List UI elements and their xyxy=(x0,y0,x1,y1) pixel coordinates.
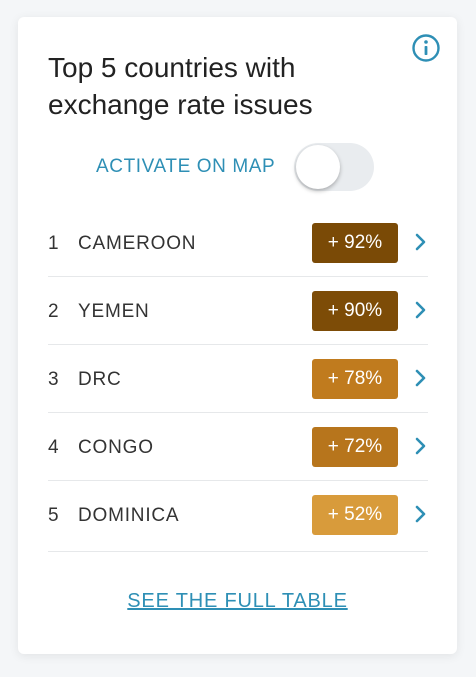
toggle-knob xyxy=(296,145,340,189)
list-item[interactable]: 5 DOMINICA + 52% xyxy=(48,481,428,552)
percentage-badge: + 52% xyxy=(312,495,398,535)
widget-title: Top 5 countries with exchange rate issue… xyxy=(48,52,313,120)
percentage-badge: + 72% xyxy=(312,427,398,467)
info-icon[interactable] xyxy=(411,33,441,63)
country-name: YEMEN xyxy=(78,301,150,322)
country-list: 1 CAMEROON + 92% 2 YEMEN + 90% 3 DRC + 7… xyxy=(48,209,428,552)
rank-number: 5 xyxy=(48,505,59,526)
country-name: CONGO xyxy=(78,437,154,458)
country-name: DOMINICA xyxy=(78,505,180,526)
list-item[interactable]: 2 YEMEN + 90% xyxy=(48,277,428,345)
chevron-right-icon[interactable] xyxy=(414,231,428,253)
percentage-badge: + 78% xyxy=(312,359,398,399)
chevron-right-icon[interactable] xyxy=(414,435,428,457)
list-item[interactable]: 3 DRC + 78% xyxy=(48,345,428,413)
percentage-badge: + 90% xyxy=(312,291,398,331)
list-item[interactable]: 1 CAMEROON + 92% xyxy=(48,209,428,277)
rank-number: 3 xyxy=(48,369,59,390)
ranking-card: Top 5 countries with exchange rate issue… xyxy=(18,17,457,654)
country-name: CAMEROON xyxy=(78,233,197,254)
chevron-right-icon[interactable] xyxy=(414,503,428,525)
country-name: DRC xyxy=(78,369,122,390)
toggle-label: ACTIVATE ON MAP xyxy=(96,156,276,177)
chevron-right-icon[interactable] xyxy=(414,367,428,389)
rank-number: 1 xyxy=(48,233,59,254)
rank-number: 4 xyxy=(48,437,59,458)
see-full-table-link[interactable]: SEE THE FULL TABLE xyxy=(18,590,457,613)
rank-number: 2 xyxy=(48,301,59,322)
list-item[interactable]: 4 CONGO + 72% xyxy=(48,413,428,481)
activate-on-map-toggle[interactable] xyxy=(294,143,374,191)
chevron-right-icon[interactable] xyxy=(414,299,428,321)
activate-on-map-row: ACTIVATE ON MAP xyxy=(96,142,386,192)
percentage-badge: + 92% xyxy=(312,223,398,263)
